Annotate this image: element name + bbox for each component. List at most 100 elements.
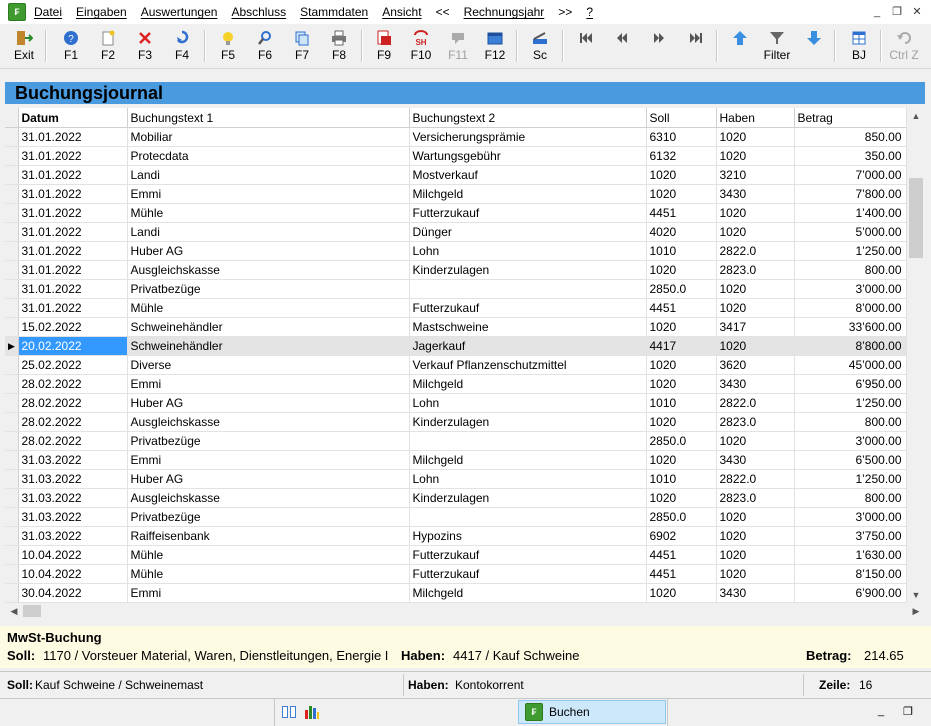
table-row[interactable]: 31.01.2022 Mühle Futterzukauf 4451 1020 1’400… — [5, 203, 906, 223]
cell-buchungstext2[interactable]: Lohn — [409, 241, 647, 261]
cell-haben[interactable]: 1020 — [716, 222, 795, 242]
cell-datum[interactable]: 28.02.2022 — [18, 374, 128, 394]
cell-haben[interactable]: 2823.0 — [716, 412, 795, 432]
menu-next-year[interactable]: >> — [558, 5, 572, 19]
row-indicator[interactable] — [5, 469, 19, 489]
taskbar-restore-icon[interactable]: ❐ — [903, 705, 913, 718]
row-indicator[interactable] — [5, 507, 19, 527]
cell-haben[interactable]: 3620 — [716, 355, 795, 375]
journal-grid[interactable]: Datum Buchungstext 1 Buchungstext 2 Soll… — [5, 108, 906, 603]
cell-betrag[interactable]: 1’250.00 — [794, 469, 906, 489]
cell-betrag[interactable]: 3’000.00 — [794, 507, 906, 527]
cell-betrag[interactable]: 1’250.00 — [794, 393, 906, 413]
column-header-soll[interactable]: Soll — [646, 108, 717, 128]
scroll-down-icon[interactable]: ▼ — [907, 587, 925, 603]
cell-datum[interactable]: 28.02.2022 — [18, 431, 128, 451]
previous-record-button[interactable] — [605, 26, 639, 66]
cell-buchungstext2[interactable]: Kinderzulagen — [409, 260, 647, 280]
cell-buchungstext2[interactable]: Lohn — [409, 393, 647, 413]
cell-datum[interactable]: 31.01.2022 — [18, 298, 128, 318]
cell-haben[interactable]: 3430 — [716, 450, 795, 470]
cell-haben[interactable]: 3210 — [716, 165, 795, 185]
cell-datum[interactable]: 31.03.2022 — [18, 469, 128, 489]
table-row[interactable]: 31.01.2022 Protecdata Wartungsgebühr 6132 10… — [5, 146, 906, 166]
table-row[interactable]: 28.02.2022 Huber AG Lohn 1010 2822.0 1’250.00 — [5, 393, 906, 413]
cell-buchungstext2[interactable]: Mostverkauf — [409, 165, 647, 185]
cell-buchungstext1[interactable]: Landi — [127, 165, 410, 185]
cell-soll[interactable]: 6132 — [646, 146, 717, 166]
cell-haben[interactable]: 1020 — [716, 146, 795, 166]
table-row[interactable]: 31.03.2022 Emmi Milchgeld 1020 3430 6’500.00 — [5, 450, 906, 470]
cell-soll[interactable]: 2850.0 — [646, 279, 717, 299]
cell-buchungstext2[interactable]: Versicherungsprämie — [409, 127, 647, 147]
table-row[interactable]: 31.03.2022 Privatbezüge 2850.0 1020 3’000.00 — [5, 507, 906, 527]
cell-soll[interactable]: 2850.0 — [646, 431, 717, 451]
tip-button[interactable]: F5 — [211, 26, 245, 66]
cell-betrag[interactable]: 7’000.00 — [794, 165, 906, 185]
f11-button[interactable]: F11 — [441, 26, 475, 66]
cell-soll[interactable]: 1020 — [646, 374, 717, 394]
cell-buchungstext1[interactable]: Mühle — [127, 203, 410, 223]
cell-soll[interactable]: 1020 — [646, 165, 717, 185]
column-header-betrag[interactable]: Betrag — [794, 108, 906, 128]
cell-buchungstext1[interactable]: Emmi — [127, 374, 410, 394]
cell-soll[interactable]: 1020 — [646, 412, 717, 432]
menu-rechnungsjahr[interactable]: Rechnungsjahr — [464, 5, 545, 19]
cell-haben[interactable]: 1020 — [716, 336, 795, 356]
cell-buchungstext2[interactable]: Milchgeld — [409, 583, 647, 603]
table-row[interactable]: 31.01.2022 Mobiliar Versicherungsprämie 631… — [5, 127, 906, 147]
print-button[interactable]: F8 — [322, 26, 356, 66]
taskbar-minimize-icon[interactable]: _ — [878, 705, 884, 717]
cell-betrag[interactable]: 800.00 — [794, 412, 906, 432]
row-indicator[interactable] — [5, 279, 19, 299]
row-indicator[interactable] — [5, 317, 19, 337]
cell-betrag[interactable]: 8’000.00 — [794, 298, 906, 318]
menu-stammdaten[interactable]: Stammdaten — [300, 5, 368, 19]
table-row[interactable]: 31.01.2022 Emmi Milchgeld 1020 3430 7’800.00 — [5, 184, 906, 204]
cell-buchungstext2[interactable] — [409, 507, 647, 527]
cell-buchungstext1[interactable]: Protecdata — [127, 146, 410, 166]
cell-soll[interactable]: 1010 — [646, 469, 717, 489]
cell-betrag[interactable]: 7’800.00 — [794, 184, 906, 204]
cell-datum[interactable]: 10.04.2022 — [18, 564, 128, 584]
cell-buchungstext2[interactable] — [409, 279, 647, 299]
menu-auswertungen[interactable]: Auswertungen — [141, 5, 218, 19]
scroll-left-icon[interactable]: ◀ — [5, 603, 23, 619]
row-indicator[interactable] — [5, 241, 19, 261]
cell-buchungstext2[interactable] — [409, 431, 647, 451]
table-row[interactable]: 31.03.2022 Raiffeisenbank Hypozins 6902 1020… — [5, 526, 906, 546]
row-indicator[interactable] — [5, 412, 19, 432]
cell-datum[interactable]: 10.04.2022 — [18, 545, 128, 565]
cell-buchungstext1[interactable]: Landi — [127, 222, 410, 242]
cell-buchungstext2[interactable]: Milchgeld — [409, 374, 647, 394]
table-row[interactable]: 31.01.2022 Privatbezüge 2850.0 1020 3’000.00 — [5, 279, 906, 299]
cell-datum[interactable]: 15.02.2022 — [18, 317, 128, 337]
cell-buchungstext1[interactable]: Raiffeisenbank — [127, 526, 410, 546]
cell-soll[interactable]: 1020 — [646, 317, 717, 337]
restore-icon[interactable]: ❐ — [887, 4, 907, 20]
cell-buchungstext2[interactable]: Wartungsgebühr — [409, 146, 647, 166]
cell-datum[interactable]: 30.04.2022 — [18, 583, 128, 603]
cell-soll[interactable]: 4451 — [646, 564, 717, 584]
app-icon[interactable]: ₣ — [8, 3, 26, 21]
cell-buchungstext1[interactable]: Huber AG — [127, 241, 410, 261]
cell-buchungstext1[interactable]: Privatbezüge — [127, 279, 410, 299]
row-indicator[interactable] — [5, 564, 19, 584]
row-indicator[interactable] — [5, 298, 19, 318]
table-row[interactable]: 10.04.2022 Mühle Futterzukauf 4451 1020 8’150… — [5, 564, 906, 584]
cell-buchungstext2[interactable]: Kinderzulagen — [409, 488, 647, 508]
cell-buchungstext2[interactable]: Futterzukauf — [409, 545, 647, 565]
cell-buchungstext1[interactable]: Diverse — [127, 355, 410, 375]
row-indicator[interactable] — [5, 355, 19, 375]
help-button[interactable]: ? F1 — [54, 26, 88, 66]
cell-soll[interactable]: 1020 — [646, 355, 717, 375]
row-indicator[interactable] — [5, 146, 19, 166]
cell-haben[interactable]: 1020 — [716, 545, 795, 565]
row-indicator[interactable] — [5, 450, 19, 470]
cell-datum[interactable]: 20.02.2022 — [18, 336, 128, 356]
cell-betrag[interactable]: 3’000.00 — [794, 431, 906, 451]
row-indicator[interactable] — [5, 545, 19, 565]
cell-soll[interactable]: 4451 — [646, 298, 717, 318]
cell-betrag[interactable]: 800.00 — [794, 260, 906, 280]
table-row[interactable]: 15.02.2022 Schweinehändler Mastschweine 102… — [5, 317, 906, 337]
